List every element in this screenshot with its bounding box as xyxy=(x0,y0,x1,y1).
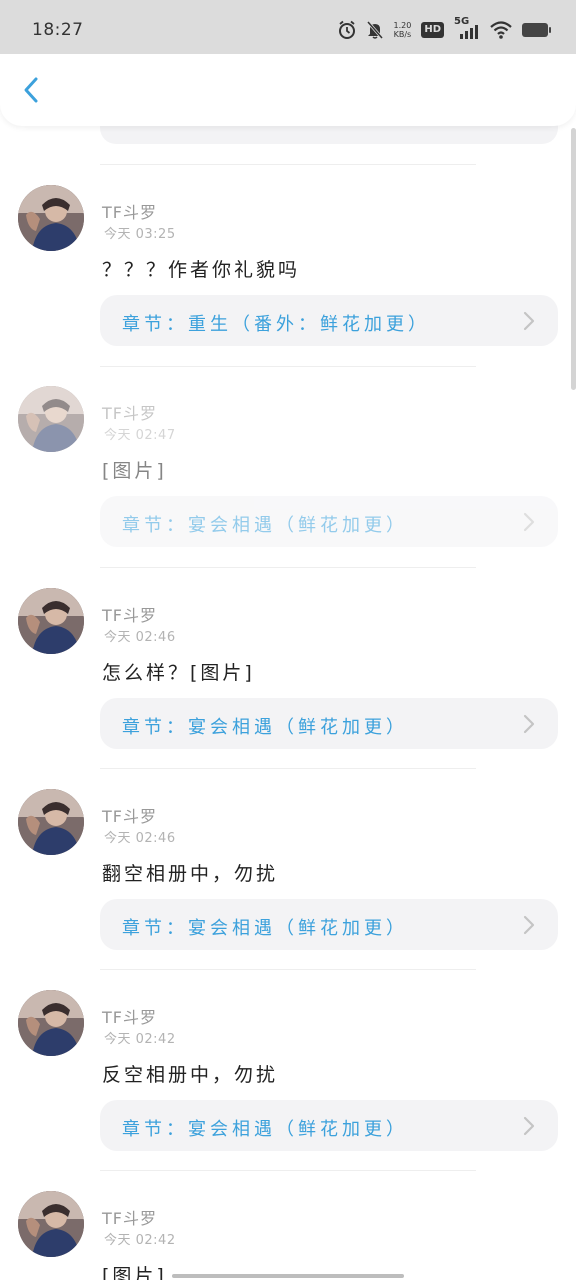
avatar[interactable] xyxy=(18,990,84,1056)
mute-icon xyxy=(366,21,383,39)
comment-item: TF斗罗 今天 02:42 [图片] xyxy=(0,1191,576,1280)
timestamp: 今天 02:42 xyxy=(104,1233,176,1248)
battery-icon xyxy=(522,23,551,37)
timestamp: 今天 02:47 xyxy=(104,428,176,443)
home-indicator[interactable] xyxy=(172,1274,404,1278)
comment-item: TF斗罗 今天 02:46 翻空相册中，勿扰 章节：宴会相遇（鲜花加更） xyxy=(0,789,576,990)
comment-item: TF斗罗 今天 02:47 [图片] 章节：宴会相遇（鲜花加更） xyxy=(0,386,576,587)
timestamp: 今天 02:46 xyxy=(104,831,176,846)
divider xyxy=(100,164,476,165)
chapter-label: 章节：宴会相遇（鲜花加更） xyxy=(122,918,408,939)
comment-list[interactable]: TF斗罗 今天 03:25 ？？？作者你礼貌吗 章节：重生（番外：鲜花加更） T… xyxy=(0,0,576,1280)
avatar[interactable] xyxy=(18,386,84,452)
username[interactable]: TF斗罗 xyxy=(102,1004,157,1028)
chapter-label: 章节：宴会相遇（鲜花加更） xyxy=(122,515,408,536)
chapter-link[interactable]: 章节：重生（番外：鲜花加更） xyxy=(100,295,558,346)
timestamp: 今天 03:25 xyxy=(104,227,176,242)
username[interactable]: TF斗罗 xyxy=(102,803,157,827)
divider xyxy=(100,969,476,970)
scrollbar[interactable] xyxy=(571,128,576,390)
username[interactable]: TF斗罗 xyxy=(102,602,157,626)
net-rate-value: 1.20 xyxy=(393,21,412,30)
chapter-link[interactable]: 章节：宴会相遇（鲜花加更） xyxy=(100,1100,558,1151)
chapter-label: 章节：重生（番外：鲜花加更） xyxy=(122,314,430,335)
header xyxy=(0,54,576,126)
chevron-right-icon xyxy=(523,714,535,734)
back-button[interactable] xyxy=(14,72,50,108)
comment-text: [图片] xyxy=(102,1265,167,1280)
net-rate-unit: KB/s xyxy=(393,30,412,39)
divider xyxy=(100,1170,476,1171)
avatar[interactable] xyxy=(18,588,84,654)
avatar[interactable] xyxy=(18,789,84,855)
comment-text: 怎么样？[图片] xyxy=(102,662,255,684)
username[interactable]: TF斗罗 xyxy=(102,400,157,424)
divider xyxy=(100,567,476,568)
net-rate: 1.20 KB/s xyxy=(394,21,412,39)
status-time: 18:27 xyxy=(32,20,84,40)
chevron-right-icon xyxy=(523,915,535,935)
avatar[interactable] xyxy=(18,1191,84,1257)
chapter-label: 章节：宴会相遇（鲜花加更） xyxy=(122,717,408,738)
chapter-label: 章节：宴会相遇（鲜花加更） xyxy=(122,1119,408,1140)
chevron-right-icon xyxy=(523,311,535,331)
comment-item: TF斗罗 今天 02:46 怎么样？[图片] 章节：宴会相遇（鲜花加更） xyxy=(0,588,576,789)
divider xyxy=(100,768,476,769)
status-bar: 18:27 1.20 KB/s HD 5G xyxy=(0,0,576,54)
alarm-icon xyxy=(338,20,355,39)
chapter-link[interactable]: 章节：宴会相遇（鲜花加更） xyxy=(100,698,558,749)
timestamp: 今天 02:46 xyxy=(104,630,176,645)
comment-text: [图片] xyxy=(102,460,167,482)
chapter-link[interactable]: 章节：宴会相遇（鲜花加更） xyxy=(100,899,558,950)
comment-item: TF斗罗 今天 02:42 反空相册中，勿扰 章节：宴会相遇（鲜花加更） xyxy=(0,990,576,1191)
username[interactable]: TF斗罗 xyxy=(102,199,157,223)
status-icons: 1.20 KB/s HD 5G xyxy=(338,16,551,42)
comment-text: ？？？作者你礼貌吗 xyxy=(102,259,301,281)
timestamp: 今天 02:42 xyxy=(104,1032,176,1047)
avatar[interactable] xyxy=(18,185,84,251)
signal-icon: 5G xyxy=(454,16,480,40)
chevron-left-icon xyxy=(24,77,38,103)
chevron-right-icon xyxy=(523,1116,535,1136)
chapter-link[interactable]: 章节：宴会相遇（鲜花加更） xyxy=(100,496,558,547)
chevron-right-icon xyxy=(523,512,535,532)
wifi-icon xyxy=(490,21,512,39)
username[interactable]: TF斗罗 xyxy=(102,1205,157,1229)
divider xyxy=(100,366,476,367)
hd-icon: HD xyxy=(421,22,444,38)
comment-item: TF斗罗 今天 03:25 ？？？作者你礼貌吗 章节：重生（番外：鲜花加更） xyxy=(0,185,576,386)
comment-text: 反空相册中，勿扰 xyxy=(102,1064,279,1086)
comment-text: 翻空相册中，勿扰 xyxy=(102,863,279,885)
